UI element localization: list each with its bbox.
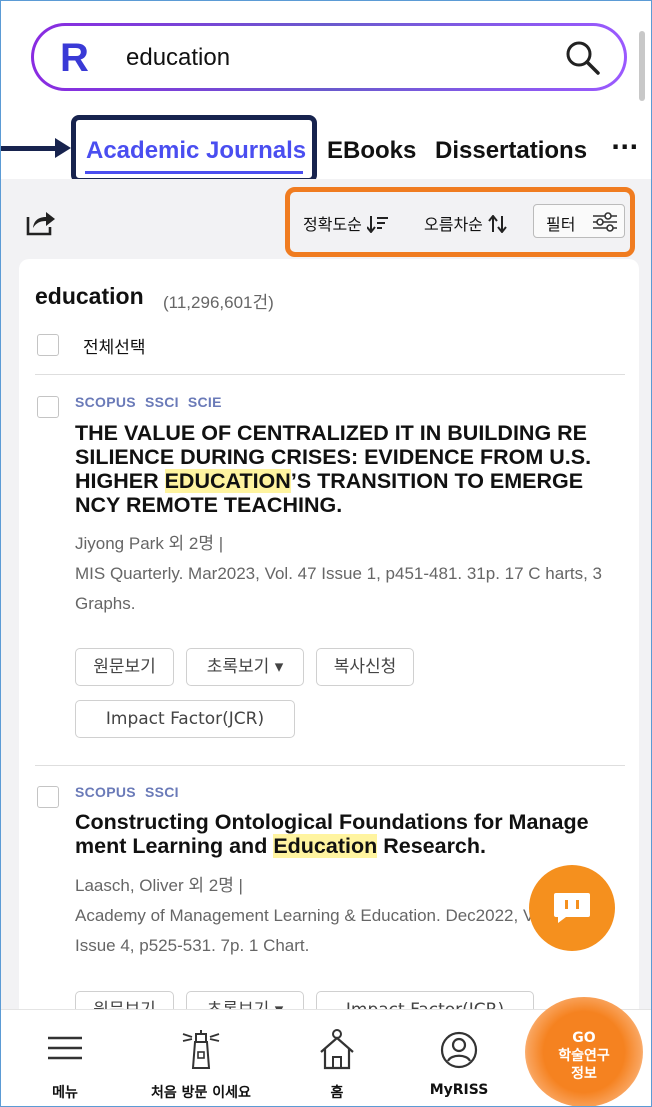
results-count: (11,296,601건) xyxy=(163,293,274,312)
badge-scie: SCIE xyxy=(187,394,222,410)
nav-menu-label: 메뉴 xyxy=(52,1085,78,1101)
scrollbar[interactable] xyxy=(639,31,645,101)
badge-ssci: SSCI xyxy=(144,784,179,800)
lighthouse-icon xyxy=(182,1030,220,1069)
index-badges: SCOPUS SSCI SCIE xyxy=(75,394,231,410)
result-title[interactable]: Constructing Ontological Foundations for… xyxy=(75,810,625,858)
copy-request-button[interactable]: 복사신청 xyxy=(316,648,414,686)
badge-ssci: SSCI xyxy=(144,394,179,410)
query-highlight: EDUCATION xyxy=(164,469,291,493)
user-icon xyxy=(440,1031,478,1069)
impact-factor-button[interactable]: Impact Factor(JCR) xyxy=(75,700,295,738)
annotation-box-sort xyxy=(285,187,635,257)
result-checkbox[interactable] xyxy=(37,786,59,808)
select-all-label[interactable]: 전체선택 xyxy=(83,333,146,358)
result-title[interactable]: THE VALUE OF CENTRALIZED IT IN BUILDING … xyxy=(75,421,625,517)
nav-first-visit[interactable]: 처음 방문 이세요 xyxy=(141,1010,261,1106)
go-label: GO xyxy=(572,1030,596,1046)
riss-logo[interactable]: R xyxy=(60,36,89,81)
badge-scopus: SCOPUS xyxy=(75,394,136,410)
query-highlight: Education xyxy=(273,834,378,858)
go-label-line2: 학술연구 xyxy=(558,1048,610,1064)
tab-dissertations[interactable]: Dissertations xyxy=(435,137,587,165)
select-all-checkbox[interactable] xyxy=(37,334,59,356)
go-label-line3: 정보 xyxy=(571,1066,597,1082)
divider xyxy=(35,374,625,375)
more-tabs-icon[interactable]: ··· xyxy=(611,133,638,161)
result-source: MIS Quarterly. Mar2023, Vol. 47 Issue 1,… xyxy=(75,564,602,613)
view-abstract-button[interactable]: 초록보기 ▾ xyxy=(186,648,304,686)
result-authors: Jiyong Park 외 2명 | xyxy=(75,534,224,553)
chat-button[interactable] xyxy=(529,865,615,951)
nav-menu[interactable]: 메뉴 xyxy=(5,1010,125,1106)
nav-myriss[interactable]: MyRISS xyxy=(399,1010,519,1106)
annotation-arrow-head xyxy=(55,138,71,158)
annotation-arrow xyxy=(1,146,59,151)
chat-icon xyxy=(554,893,590,923)
divider xyxy=(35,765,625,766)
nav-myriss-label: MyRISS xyxy=(429,1082,489,1098)
search-input[interactable]: education xyxy=(126,44,230,72)
nav-home-label: 홈 xyxy=(330,1085,344,1101)
home-icon xyxy=(320,1029,354,1070)
menu-icon xyxy=(48,1036,82,1060)
search-bar[interactable]: R education xyxy=(31,23,627,91)
result-checkbox[interactable] xyxy=(37,396,59,418)
search-icon[interactable] xyxy=(564,39,602,77)
share-icon[interactable] xyxy=(25,207,57,237)
nav-home[interactable]: 홈 xyxy=(277,1010,397,1106)
results-query: education xyxy=(35,283,144,309)
result-meta: Jiyong Park 외 2명 | MIS Quarterly. Mar202… xyxy=(75,529,625,619)
tab-ebooks[interactable]: EBooks xyxy=(327,137,416,165)
go-academic-info-button[interactable]: GO 학술연구 정보 xyxy=(525,997,643,1106)
nav-first-visit-label: 처음 방문 이세요 xyxy=(151,1085,251,1101)
badge-scopus: SCOPUS xyxy=(75,784,136,800)
annotation-box-tab xyxy=(71,115,317,183)
view-fulltext-button[interactable]: 원문보기 xyxy=(75,648,174,686)
app-frame: R education Academic Journals EBooks Dis… xyxy=(0,0,652,1107)
index-badges: SCOPUS SSCI xyxy=(75,784,188,800)
